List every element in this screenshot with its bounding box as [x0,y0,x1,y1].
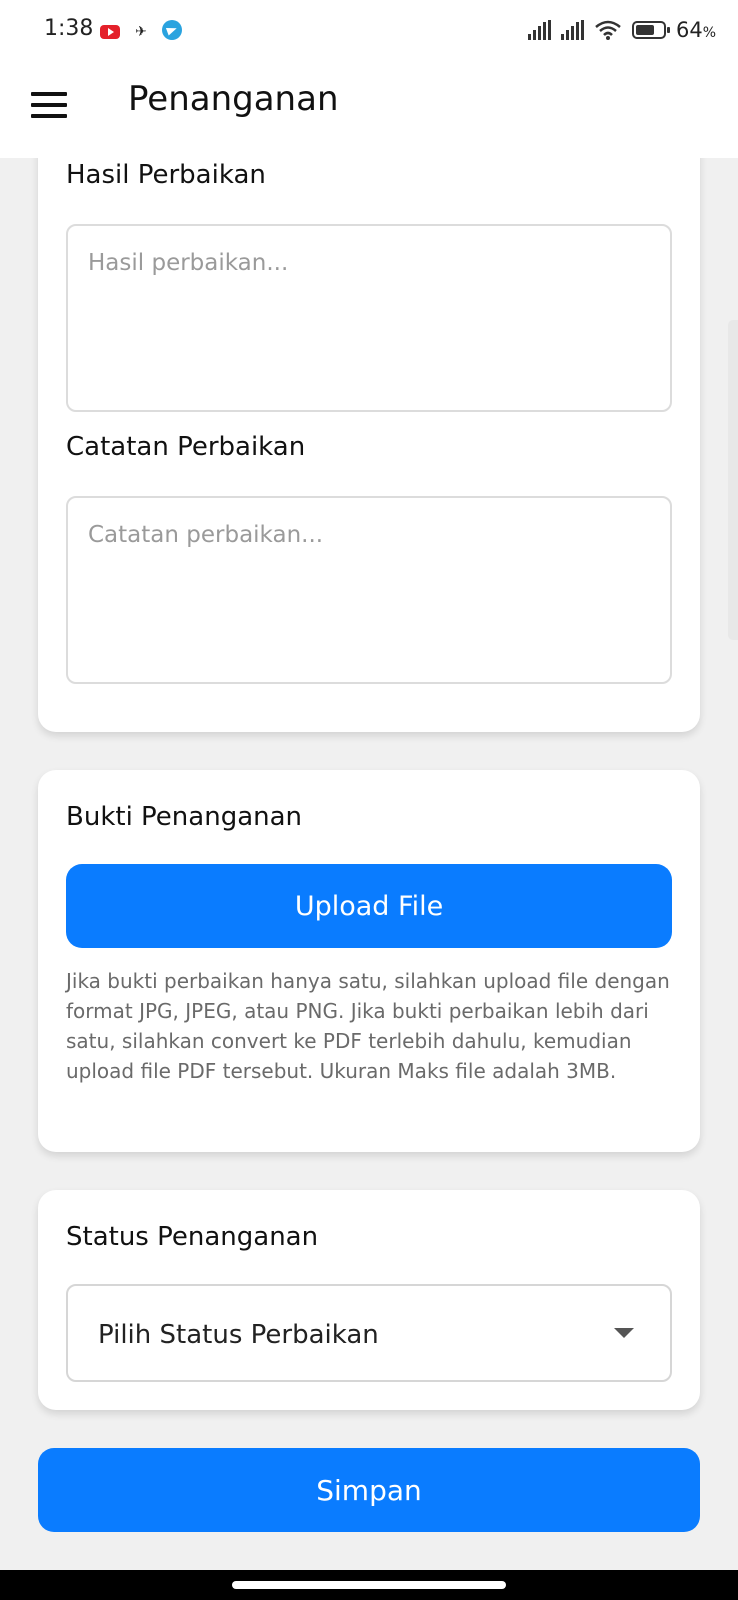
dropdown-caret-icon [614,1328,634,1338]
home-indicator[interactable] [232,1581,506,1589]
save-button[interactable]: Simpan [38,1448,700,1532]
status-bar: 1:38 ✈ 64% [0,0,738,62]
app-bar: Penanganan [0,62,738,158]
status-card: Status Penanganan Pilih Status Perbaikan [38,1190,700,1410]
catatan-perbaikan-placeholder: Catatan perbaikan... [88,522,324,548]
scroll-indicator [728,320,738,640]
hamburger-menu-icon[interactable] [31,92,67,118]
status-penanganan-label: Status Penanganan [66,1222,319,1252]
battery-percentage: 64% [675,18,716,42]
youtube-icon [100,25,120,39]
notification-icons: ✈ [100,20,182,42]
status-dropdown-value: Pilih Status Perbaikan [98,1320,379,1350]
telegram-icon [162,20,182,40]
upload-help-text: Jika bukti perbaikan hanya satu, silahka… [66,969,670,1083]
hasil-perbaikan-label: Hasil Perbaikan [66,160,266,190]
catatan-perbaikan-textarea[interactable]: Catatan perbaikan... [66,496,672,684]
signal-icon [560,20,584,40]
battery-icon [631,21,670,39]
system-navigation-bar [0,1570,738,1600]
repair-notes-card: Hasil Perbaikan Hasil perbaikan... Catat… [38,130,700,732]
upload-file-button[interactable]: Upload File [66,864,672,948]
signal-icon [527,20,551,40]
status-dropdown[interactable]: Pilih Status Perbaikan [66,1284,672,1382]
hasil-perbaikan-placeholder: Hasil perbaikan... [88,250,289,276]
page-title: Penanganan [128,79,339,119]
system-icons: 64% [527,18,716,42]
hasil-perbaikan-textarea[interactable]: Hasil perbaikan... [66,224,672,412]
bukti-penanganan-label: Bukti Penanganan [66,802,303,832]
evidence-card: Bukti Penanganan Upload File Jika bukti … [38,770,700,1152]
status-time: 1:38 [44,16,94,41]
catatan-perbaikan-label: Catatan Perbaikan [66,432,306,462]
misc-notification-icon: ✈ [135,24,147,40]
wifi-icon [594,19,622,41]
